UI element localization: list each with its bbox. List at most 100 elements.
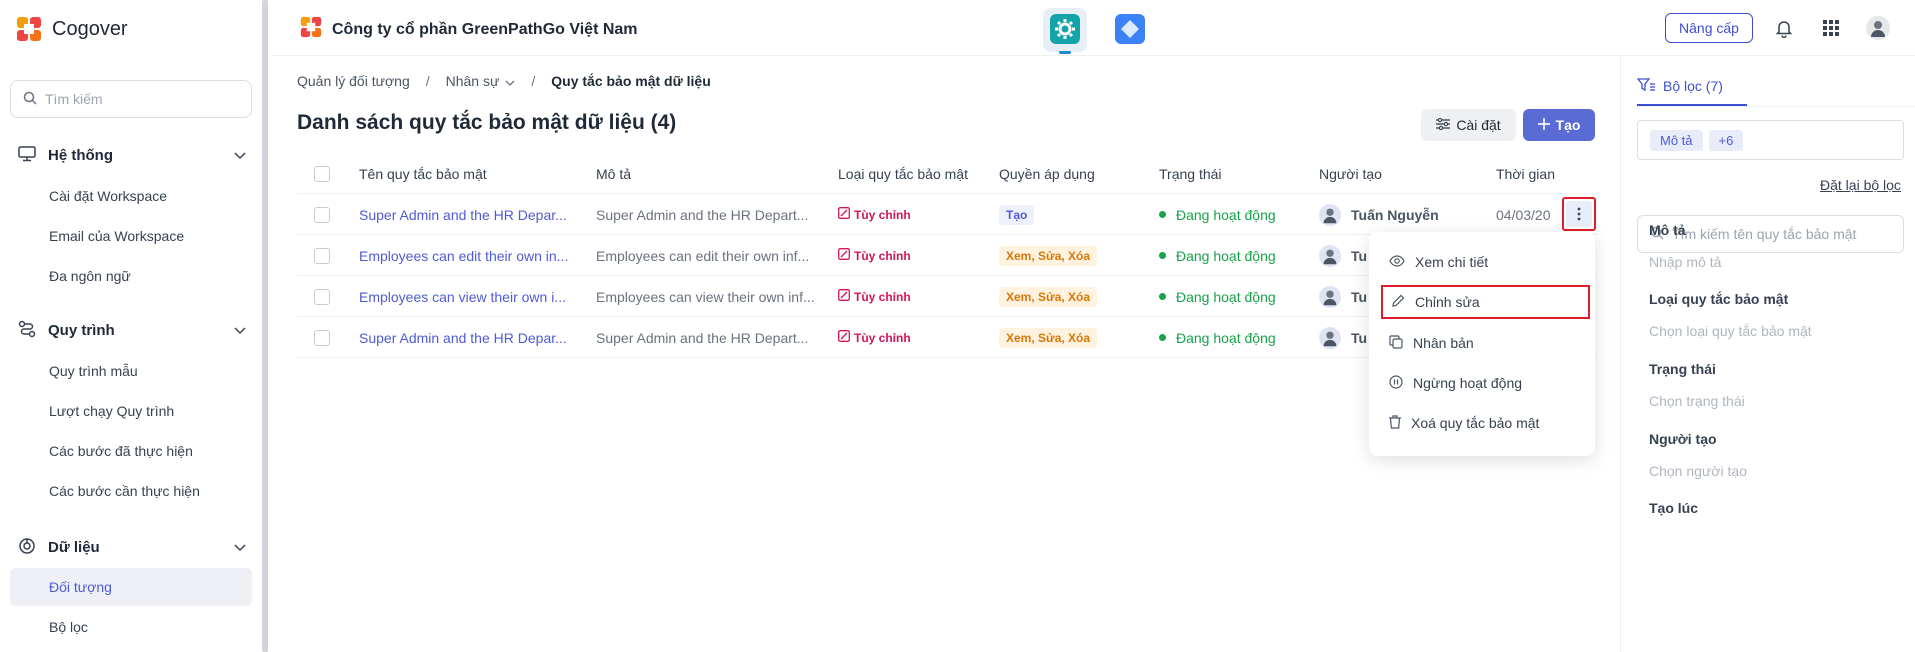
breadcrumb: Quản lý đối tượng / Nhân sự / Quy tắc bả… (297, 73, 711, 89)
sidebar-item-email-workspace[interactable]: Email của Workspace (10, 217, 252, 255)
column-header-time[interactable]: Thời gian (1496, 153, 1556, 194)
creator-name: Tu (1351, 329, 1368, 346)
column-header-permission[interactable]: Quyền áp dụng (999, 153, 1095, 194)
chevron-down-icon (234, 539, 246, 555)
sidebar-item-quy-trinh-mau[interactable]: Quy trình mẫu (10, 352, 252, 390)
database-icon (18, 537, 36, 558)
brand-name: Cogover (52, 17, 128, 40)
rule-description: Employees can view their own inf... (596, 288, 815, 305)
sidebar-item-buoc-da-thuc-hien[interactable]: Các bước đã thực hiện (10, 432, 252, 470)
filter-search-input[interactable] (1672, 226, 1891, 242)
sliders-icon (1436, 117, 1451, 133)
filter-select-status[interactable]: Chọn trạng thái (1649, 393, 1745, 409)
avatar (1319, 285, 1341, 308)
rule-description: Super Admin and the HR Depart... (596, 206, 809, 223)
custom-edit-icon (838, 330, 850, 345)
bell-icon[interactable] (1772, 16, 1796, 40)
row-checkbox[interactable] (314, 276, 330, 317)
filter-chip-more[interactable]: +6 (1708, 129, 1744, 151)
rule-name-link[interactable]: Employees can edit their own in... (359, 235, 584, 276)
rule-type-label: Tùy chỉnh (854, 289, 911, 304)
rule-type: Tùy chỉnh (838, 317, 911, 358)
menu-item-duplicate[interactable]: Nhân bản (1381, 326, 1587, 360)
rule-name-link[interactable]: Super Admin and the HR Depar... (359, 194, 584, 235)
sidebar-search-input[interactable] (45, 91, 225, 107)
brand[interactable]: Cogover (16, 16, 128, 42)
plus-icon (1537, 117, 1550, 133)
filter-label-status: Trạng thái (1649, 361, 1716, 377)
filter-input-desc[interactable]: Nhập mô tả (1649, 254, 1721, 270)
reset-filter-link[interactable]: Đặt lại bộ lọc (1820, 177, 1901, 193)
rule-type: Tùy chỉnh (838, 276, 911, 317)
filter-select-type[interactable]: Chọn loại quy tắc bảo mật (1649, 323, 1812, 339)
breadcrumb-item[interactable]: Quản lý đối tượng (297, 73, 410, 89)
rule-permission: Xem, Sửa, Xóa (999, 276, 1098, 317)
page-title: Danh sách quy tắc bảo mật dữ liệu (4) (297, 111, 677, 134)
rule-permission: Xem, Sửa, Xóa (999, 317, 1098, 358)
sidebar-item-cai-dat-workspace[interactable]: Cài đặt Workspace (10, 177, 252, 215)
column-header-status[interactable]: Trạng thái (1159, 153, 1222, 194)
row-more-button[interactable] (1562, 197, 1596, 231)
chevron-down-icon (505, 73, 515, 89)
status-label: Đang hoạt động (1176, 329, 1276, 346)
monitor-icon (18, 145, 36, 165)
user-avatar[interactable] (1866, 16, 1890, 40)
sidebar-scrollbar[interactable] (262, 0, 268, 652)
sidebar-item-da-ngon-ngu[interactable]: Đa ngôn ngữ (10, 257, 252, 295)
rule-permission: Tạo (999, 194, 1035, 235)
apps-grid-icon[interactable] (1819, 16, 1843, 40)
sidebar-group-label: Hệ thống (48, 146, 113, 164)
sidebar-item-doi-tuong[interactable]: Đối tượng (10, 568, 252, 606)
rule-creator: Tu (1319, 317, 1367, 358)
menu-item-label: Xoá quy tắc bảo mật (1411, 415, 1540, 431)
sidebar-item-buoc-can-thuc-hien[interactable]: Các bước cần thực hiện (10, 472, 252, 510)
row-checkbox[interactable] (314, 194, 330, 235)
workflow-app-button[interactable] (1108, 8, 1152, 52)
rule-status: Đang hoạt động (1159, 194, 1276, 235)
sidebar-item-bo-loc[interactable]: Bộ lọc (10, 608, 252, 646)
sidebar-item-luot-chay[interactable]: Lượt chạy Quy trình (10, 392, 252, 430)
rule-type: Tùy chỉnh (838, 194, 911, 235)
sidebar-group-du-lieu[interactable]: Dữ liệu (18, 533, 246, 561)
custom-edit-icon (838, 289, 850, 304)
rule-description: Super Admin and the HR Depart... (596, 329, 809, 346)
upgrade-button[interactable]: Nâng cấp (1665, 13, 1753, 43)
sidebar-group-quy-trinh[interactable]: Quy trình (18, 316, 246, 344)
company-switcher[interactable]: Công ty cổ phần GreenPathGo Việt Nam (300, 16, 638, 43)
select-all-checkbox[interactable] (314, 153, 330, 194)
filter-tab[interactable]: Bộ lọc (7) (1636, 68, 1723, 104)
menu-item-deactivate[interactable]: Ngừng hoạt động (1381, 366, 1587, 400)
row-checkbox[interactable] (314, 317, 330, 358)
rule-name-link[interactable]: Employees can view their own i... (359, 276, 584, 317)
creator-name: Tuấn Nguyễn (1351, 206, 1439, 223)
breadcrumb-item[interactable]: Nhân sự (446, 73, 516, 89)
column-header-type[interactable]: Loại quy tắc bảo mật (838, 153, 968, 194)
menu-item-label: Nhân bản (1413, 335, 1474, 351)
row-checkbox[interactable] (314, 235, 330, 276)
rule-type-label: Tùy chỉnh (854, 330, 911, 345)
sidebar-search[interactable] (10, 80, 252, 118)
sidebar-group-he-thong[interactable]: Hệ thống (18, 141, 246, 169)
filter-select-creator[interactable]: Chọn người tạo (1649, 463, 1747, 479)
create-button[interactable]: Tạo (1523, 109, 1595, 141)
settings-app-button[interactable] (1043, 8, 1087, 54)
column-header-name[interactable]: Tên quy tắc bảo mật (359, 153, 487, 194)
rule-name-link[interactable]: Super Admin and the HR Depar... (359, 317, 584, 358)
rule-type-label: Tùy chỉnh (854, 207, 911, 222)
menu-item-delete[interactable]: Xoá quy tắc bảo mật (1381, 406, 1587, 440)
table-row[interactable]: Super Admin and the HR Depar... Super Ad… (297, 194, 1597, 235)
menu-item-edit[interactable]: Chỉnh sửa (1381, 285, 1590, 319)
avatar (1319, 326, 1341, 349)
copy-icon (1389, 334, 1403, 352)
filter-chip[interactable]: Mô tả (1650, 129, 1703, 151)
active-filter-chips[interactable]: Mô tả +6 (1637, 120, 1904, 160)
menu-item-view-detail[interactable]: Xem chi tiết (1381, 245, 1587, 279)
settings-button[interactable]: Cài đặt (1421, 109, 1516, 141)
filter-label-desc: Mô tả (1649, 222, 1686, 238)
status-dot (1159, 252, 1166, 259)
column-header-desc[interactable]: Mô tả (596, 153, 631, 194)
permission-badge: Tạo (999, 204, 1035, 225)
rule-time: 04/03/20 (1496, 206, 1551, 223)
column-header-creator[interactable]: Người tạo (1319, 153, 1382, 194)
filter-label-type: Loại quy tắc bảo mật (1649, 291, 1789, 307)
